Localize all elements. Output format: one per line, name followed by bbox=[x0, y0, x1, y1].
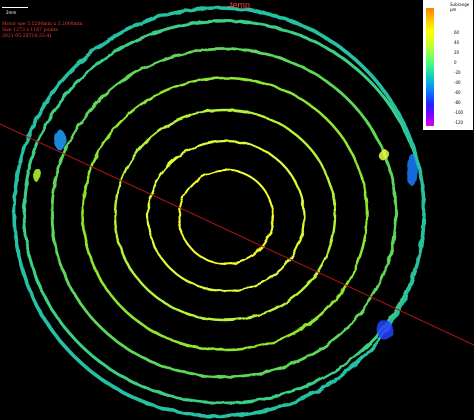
cross-section-line bbox=[0, 123, 474, 346]
surface-ring-map bbox=[0, 6, 474, 418]
legend-tick: -100 bbox=[454, 110, 464, 115]
legend-tick: -20 bbox=[454, 70, 461, 75]
defect-patch-4 bbox=[33, 168, 41, 182]
defect-patch-3 bbox=[54, 130, 66, 150]
ring-7 bbox=[12, 6, 426, 418]
legend-color-bar bbox=[426, 8, 434, 126]
legend-title-line-2: µm bbox=[450, 7, 457, 12]
scale-bar bbox=[2, 7, 28, 8]
legend-tick: -120 bbox=[454, 120, 464, 125]
ring-1 bbox=[178, 169, 274, 265]
ring-5 bbox=[50, 47, 398, 379]
legend-title: Subrange µm bbox=[450, 2, 469, 12]
ring-4 bbox=[81, 76, 369, 352]
legend-tick: 40 bbox=[454, 40, 460, 45]
color-legend: Subrange µm 60 40 20 0 -20 -40 -60 -80 -… bbox=[423, 0, 473, 130]
metadata-line-3: 2021-05-28T10:33:41 bbox=[2, 34, 53, 40]
legend-tick: -80 bbox=[454, 100, 461, 105]
legend-tick: -40 bbox=[454, 80, 461, 85]
ring-group bbox=[12, 6, 426, 418]
defect-patch-5 bbox=[379, 149, 389, 161]
legend-tick: 0 bbox=[454, 60, 457, 65]
top-label: temp bbox=[230, 0, 251, 10]
defect-patch-1 bbox=[407, 154, 417, 186]
legend-tick: 20 bbox=[454, 50, 460, 55]
ring-2 bbox=[146, 139, 306, 293]
scale-bar-label: 2mm bbox=[6, 10, 17, 15]
legend-tick: -60 bbox=[454, 90, 461, 95]
legend-tick: 60 bbox=[454, 30, 460, 35]
defect-patch-2 bbox=[377, 320, 393, 340]
scan-metadata: Motor spe 5.5200mm x 3.2000mm Size 1273 … bbox=[2, 22, 82, 41]
